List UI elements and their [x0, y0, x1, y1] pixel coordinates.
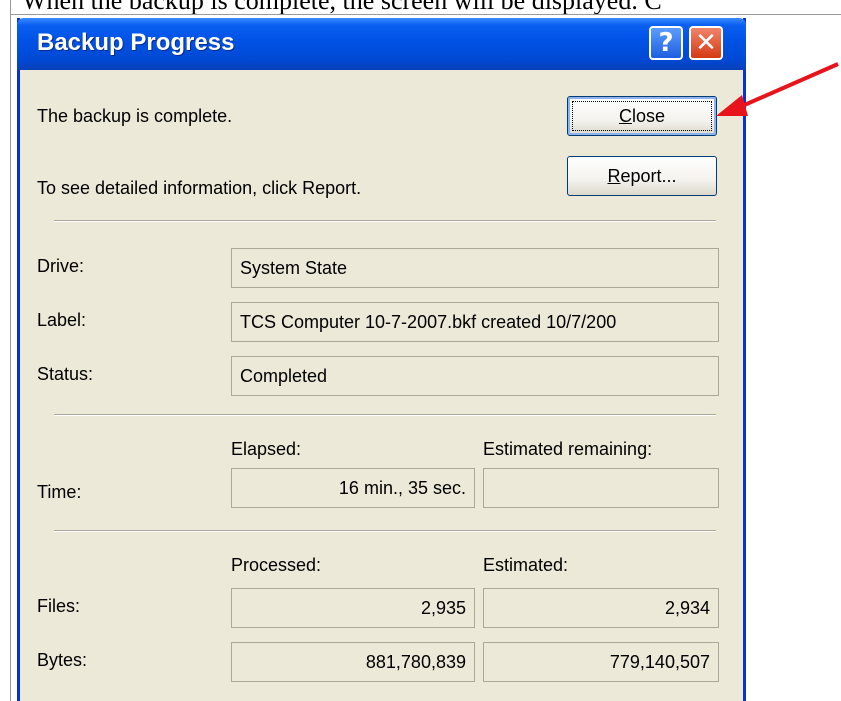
- screenshot: When the backup is complete, the screen …: [0, 0, 841, 701]
- annotation-arrow-shaft: [732, 62, 839, 112]
- annotation-arrow: [716, 62, 839, 116]
- annotation-arrow-head: [716, 95, 748, 116]
